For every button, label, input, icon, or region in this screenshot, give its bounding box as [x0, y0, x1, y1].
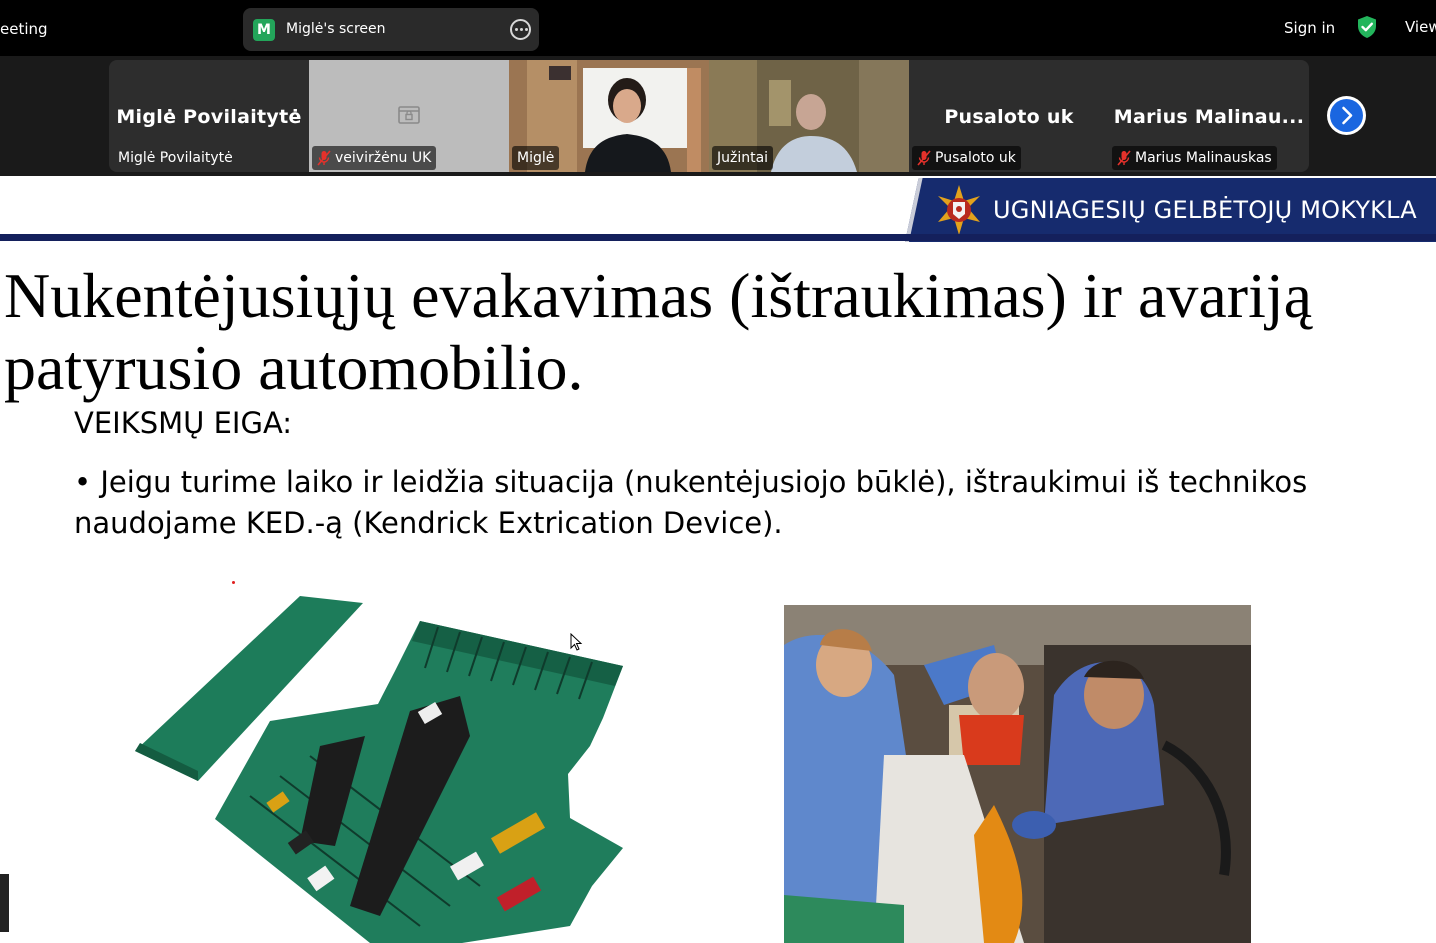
header-divider	[0, 234, 1436, 241]
security-shield-icon[interactable]	[1356, 15, 1378, 39]
muted-mic-icon	[1117, 150, 1131, 166]
meeting-title: eeting	[0, 20, 48, 38]
participant-name-tag: Miglė	[512, 146, 560, 170]
participant-display-name: Pusaloto uk	[944, 106, 1074, 128]
more-options-icon[interactable]	[510, 19, 531, 40]
participant-name: Južintai	[717, 150, 769, 166]
participant-gallery: Miglė Povilaitytė Miglė Povilaitytė veiv…	[0, 56, 1436, 176]
participant-tile[interactable]: Miglė Povilaitytė Miglė Povilaitytė	[109, 60, 309, 172]
participant-name-tag: Marius Malinauskas	[1112, 146, 1277, 170]
mouse-pointer-icon	[570, 633, 583, 651]
participant-name: veiviržėnu UK	[335, 150, 432, 166]
extrication-photo	[784, 605, 1251, 943]
participant-display-name: Miglė Povilaitytė	[116, 106, 302, 128]
slide-bullet-text: • Jeigu turime laiko ir leidžia situacij…	[74, 465, 1308, 540]
next-page-button[interactable]	[1327, 96, 1366, 135]
participant-tile-active-speaker[interactable]: Miglė	[509, 60, 709, 172]
meeting-top-bar: eeting M Miglė's screen Sign in View	[0, 0, 1436, 56]
brand-name: UGNIAGESIŲ GELBĖTOJŲ MOKYKLA	[993, 196, 1417, 224]
slide-subtitle: VEIKSMŲ EIGA:	[74, 406, 293, 440]
screen-share-label: Miglė's screen	[286, 21, 386, 37]
participant-name-tag: Miglė Povilaitytė	[113, 146, 238, 170]
screen-share-indicator[interactable]: M Miglė's screen	[243, 8, 539, 51]
participant-tile[interactable]: Pusaloto uk Pusaloto uk	[909, 60, 1109, 172]
muted-mic-icon	[917, 150, 931, 166]
participant-name: Marius Malinauskas	[1135, 150, 1272, 166]
sidebar-edge-handle[interactable]	[0, 874, 9, 932]
participant-name: Miglė Povilaitytė	[118, 150, 233, 166]
shared-slide: UGNIAGESIŲ GELBĖTOJŲ MOKYKLA Nukentėjusi…	[0, 176, 1436, 943]
annotation-dot	[232, 581, 235, 584]
slide-title-line-2: patyrusio automobilio.	[4, 332, 584, 403]
sign-in-link[interactable]: Sign in	[1284, 19, 1335, 37]
participant-display-name: Marius Malinau...	[1113, 106, 1305, 128]
participant-tile[interactable]: Južintai	[709, 60, 909, 172]
ked-device-illustration	[135, 596, 623, 943]
participant-name-tag: Pusaloto uk	[912, 146, 1021, 170]
participant-name-tag: veiviržėnu UK	[312, 146, 437, 170]
participant-name-tag: Južintai	[712, 146, 774, 170]
chevron-right-icon	[1342, 106, 1353, 125]
slide-title: Nukentėjusiųjų evakavimas (ištraukimas) …	[4, 260, 1424, 404]
participant-name: Miglė	[517, 150, 555, 166]
school-emblem-icon	[938, 185, 980, 235]
video-off-icon	[398, 106, 420, 124]
slide-title-line-1: Nukentėjusiųjų evakavimas (ištraukimas) …	[4, 260, 1313, 331]
participant-tile[interactable]: veiviržėnu UK	[309, 60, 509, 172]
participant-name: Pusaloto uk	[935, 150, 1016, 166]
muted-mic-icon	[317, 150, 331, 166]
participant-tile[interactable]: Marius Malinau... Marius Malinauskas	[1109, 60, 1309, 172]
sharer-avatar: M	[253, 19, 275, 41]
view-menu[interactable]: View	[1405, 18, 1436, 36]
